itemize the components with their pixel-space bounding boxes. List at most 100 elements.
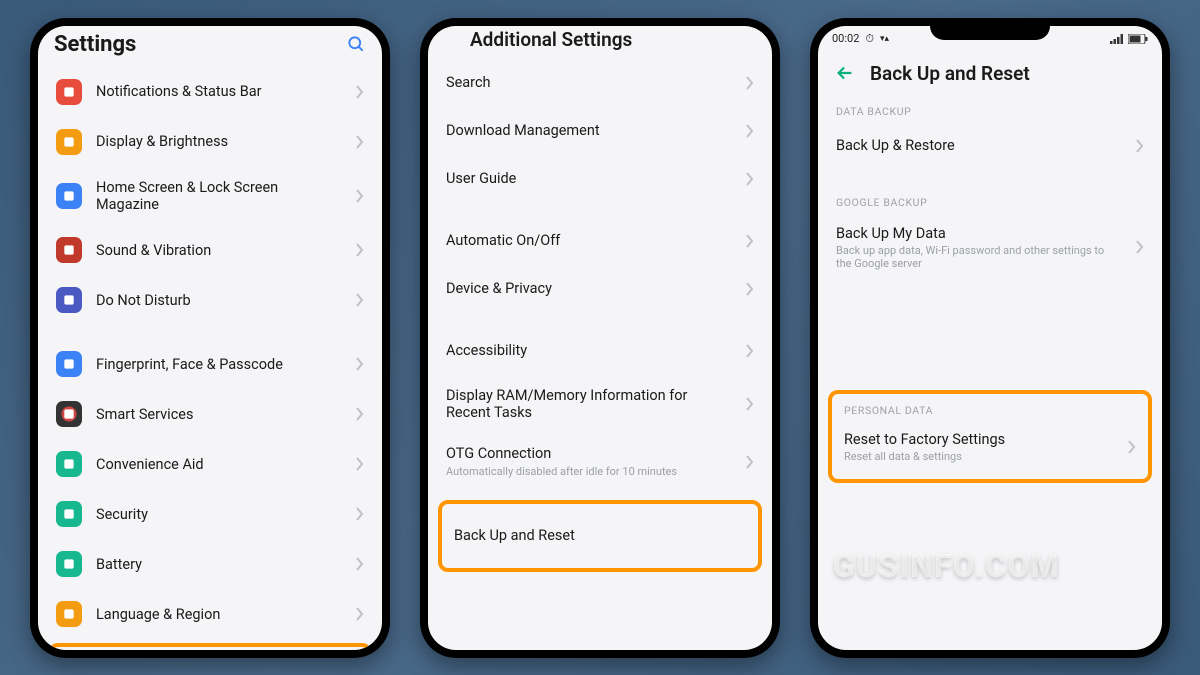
settings-item[interactable]: Display & Brightness — [38, 117, 382, 167]
chevron-right-icon — [746, 76, 754, 90]
settings-item-label: Download Management — [446, 122, 732, 139]
settings-item[interactable]: Automatic On/Off — [428, 217, 772, 265]
chevron-right-icon — [356, 293, 364, 307]
settings-item[interactable]: Display RAM/Memory Information for Recen… — [428, 375, 772, 434]
section-header: DATA BACKUP — [818, 93, 1162, 122]
clock-icon: ⏱ — [865, 32, 874, 46]
settings-item-label: Smart Services — [96, 406, 342, 423]
settings-item-label: Notifications & Status Bar — [96, 83, 342, 100]
settings-item[interactable]: Language & Region — [38, 589, 382, 639]
chevron-right-icon — [356, 243, 364, 257]
backup-list[interactable]: DATA BACKUPBack Up & RestoreGOOGLE BACKU… — [818, 93, 1162, 650]
chevron-right-icon — [746, 234, 754, 248]
settings-item-label: Fingerprint, Face & Passcode — [96, 356, 342, 373]
settings-item[interactable]: Device & Privacy — [428, 265, 772, 313]
settings-item-label: Battery — [96, 556, 342, 573]
status-time: 00:02 — [832, 32, 859, 45]
chevron-right-icon — [356, 607, 364, 621]
settings-item-label: Sound & Vibration — [96, 242, 342, 259]
settings-item-label: Search — [446, 74, 732, 91]
settings-item[interactable]: Search — [428, 59, 772, 107]
sound-icon — [56, 237, 82, 263]
settings-item[interactable]: Battery — [38, 539, 382, 589]
chevron-right-icon — [746, 344, 754, 358]
security-icon — [56, 501, 82, 527]
settings-item[interactable]: Notifications & Status Bar — [38, 67, 382, 117]
settings-item-label: Do Not Disturb — [96, 292, 342, 309]
signal-icon — [1110, 34, 1124, 44]
settings-item[interactable]: Smart Services — [38, 389, 382, 439]
additional-settings-header: Additional Settings — [428, 26, 772, 59]
home-icon — [56, 183, 82, 209]
display-icon — [56, 129, 82, 155]
chevron-right-icon — [356, 457, 364, 471]
settings-item[interactable]: Security — [38, 489, 382, 539]
highlight-backup-reset[interactable]: Back Up and Reset — [438, 500, 762, 572]
chevron-right-icon — [746, 455, 754, 469]
settings-item-label: Accessibility — [446, 342, 732, 359]
settings-item-label: OTG Connection — [446, 445, 732, 462]
settings-item[interactable]: Convenience Aid — [38, 439, 382, 489]
screen-2: Additional Settings Search Download Manag… — [428, 26, 772, 650]
battery-icon — [56, 551, 82, 577]
settings-item[interactable]: OTG Connection Automatically disabled aft… — [428, 433, 772, 490]
settings-item-label: Security — [96, 506, 342, 523]
settings-item[interactable]: Home Screen & Lock Screen Magazine — [38, 167, 382, 226]
chevron-right-icon — [356, 189, 364, 203]
chevron-right-icon — [356, 407, 364, 421]
chevron-right-icon — [1128, 440, 1136, 454]
settings-item[interactable]: User Guide — [428, 155, 772, 203]
highlight-factory-reset[interactable]: PERSONAL DATA Reset to Factory Settings … — [828, 390, 1152, 483]
page-title: Settings — [54, 32, 136, 57]
chevron-right-icon — [356, 357, 364, 371]
backup-reset-header: Back Up and Reset — [818, 52, 1162, 93]
settings-item-label: Back Up My Data — [836, 225, 1122, 242]
page-title: Back Up and Reset — [870, 62, 1030, 85]
settings-item-label: User Guide — [446, 170, 732, 187]
chevron-right-icon — [1136, 139, 1144, 153]
search-icon[interactable] — [346, 34, 366, 54]
settings-item[interactable]: Download Management — [428, 107, 772, 155]
section-header: PERSONAL DATA — [840, 402, 1140, 423]
settings-list[interactable]: Notifications & Status Bar Display & Brig… — [38, 67, 382, 650]
settings-header: Settings — [38, 26, 382, 67]
additional-list[interactable]: Search Download Management User Guide Auto… — [428, 59, 772, 650]
dnd-icon — [56, 287, 82, 313]
settings-item-label: Convenience Aid — [96, 456, 342, 473]
phone-2: Additional Settings Search Download Manag… — [420, 18, 780, 658]
settings-item-label: Automatic On/Off — [446, 232, 732, 249]
settings-item-sub: Automatically disabled after idle for 10… — [446, 465, 732, 478]
back-icon[interactable] — [834, 62, 856, 84]
chevron-right-icon — [356, 85, 364, 99]
settings-item-label: Language & Region — [96, 606, 342, 623]
language-icon — [56, 601, 82, 627]
notch — [930, 18, 1050, 40]
smart-icon — [56, 401, 82, 427]
chevron-right-icon — [746, 172, 754, 186]
fingerprint-icon — [56, 351, 82, 377]
phone-3: 00:02 ⏱ ▾▴ Back Up and Reset DATA BACKUP… — [810, 18, 1170, 658]
settings-item-label: Home Screen & Lock Screen Magazine — [96, 179, 342, 214]
highlight-additional-settings[interactable]: Additional Settings — [48, 643, 372, 649]
convenience-icon — [56, 451, 82, 477]
screen-1: Settings Notifications & Status Bar Displ… — [38, 26, 382, 650]
settings-item[interactable]: Accessibility — [428, 327, 772, 375]
settings-item-sub: Reset all data & settings — [844, 450, 1114, 463]
settings-item-label: Device & Privacy — [446, 280, 732, 297]
settings-item[interactable]: Do Not Disturb — [38, 275, 382, 325]
chevron-right-icon — [356, 557, 364, 571]
page-title: Additional Settings — [470, 28, 632, 51]
chevron-right-icon — [356, 135, 364, 149]
notifications-icon — [56, 79, 82, 105]
settings-item-label: Back Up & Restore — [836, 137, 1122, 154]
settings-item[interactable]: Back Up & Restore — [818, 122, 1162, 170]
phone-1: Settings Notifications & Status Bar Displ… — [30, 18, 390, 658]
chevron-right-icon — [356, 507, 364, 521]
settings-item[interactable]: Back Up My DataBack up app data, Wi-Fi p… — [818, 213, 1162, 283]
arrows-icon: ▾▴ — [880, 34, 889, 44]
settings-item-label: Reset to Factory Settings — [844, 431, 1114, 448]
settings-item[interactable]: Fingerprint, Face & Passcode — [38, 339, 382, 389]
settings-item[interactable]: Sound & Vibration — [38, 225, 382, 275]
chevron-right-icon — [746, 397, 754, 411]
chevron-right-icon — [746, 124, 754, 138]
